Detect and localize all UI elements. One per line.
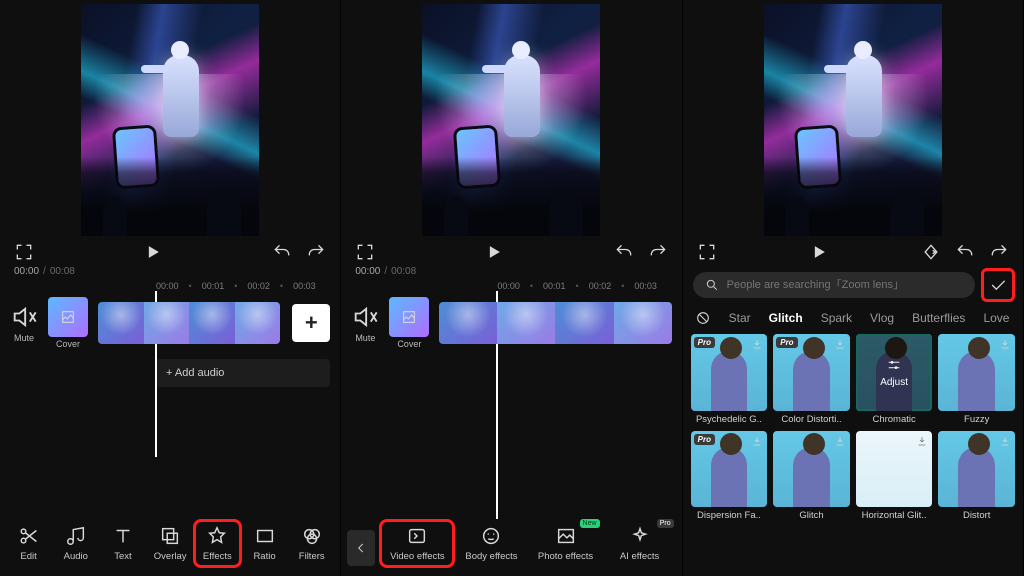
- time-current: 00:00: [14, 266, 39, 277]
- video-preview[interactable]: [81, 4, 259, 236]
- bottom-nav-main: Edit Audio Text Overlay Effects Ratio Fi…: [0, 513, 340, 576]
- play-icon[interactable]: [809, 242, 829, 262]
- cover-button[interactable]: Cover: [48, 297, 88, 349]
- bottom-nav-effects: Video effects Body effects New Photo eff…: [341, 513, 681, 576]
- cover-button[interactable]: Cover: [389, 297, 429, 349]
- nav-text[interactable]: Text: [100, 521, 145, 566]
- search-box[interactable]: [693, 272, 975, 298]
- mute-button[interactable]: Mute: [351, 303, 379, 343]
- search-icon: [705, 278, 719, 292]
- fullscreen-icon[interactable]: [355, 242, 375, 262]
- undo-icon[interactable]: [614, 242, 634, 262]
- undo-icon[interactable]: [272, 242, 292, 262]
- transport-bar: [0, 238, 340, 264]
- redo-icon[interactable]: [648, 242, 668, 262]
- nav-overlay[interactable]: Overlay: [148, 521, 193, 566]
- pane-effect-picker: Star Glitch Spark Vlog Butterflies Love …: [683, 0, 1024, 576]
- fullscreen-icon[interactable]: [14, 242, 34, 262]
- cat-spark[interactable]: Spark: [821, 311, 852, 325]
- pane-editor-main: 00:00 / 00:08 00:00•00:01•00:02•00:03 Mu…: [0, 0, 341, 576]
- check-icon: [988, 275, 1008, 295]
- overlay-icon: [159, 525, 181, 547]
- redo-icon[interactable]: [989, 242, 1009, 262]
- fullscreen-icon[interactable]: [697, 242, 717, 262]
- fx-distort[interactable]: Distort: [938, 431, 1015, 522]
- confirm-button[interactable]: [983, 270, 1013, 300]
- sliders-icon: [886, 357, 902, 373]
- nav-ai-effects[interactable]: Pro AI effects: [604, 521, 676, 566]
- video-preview[interactable]: [764, 4, 942, 236]
- no-effect-icon[interactable]: [695, 310, 711, 326]
- pro-badge: Pro: [657, 519, 674, 528]
- scissors-icon: [18, 525, 40, 547]
- keyframe-icon[interactable]: [921, 242, 941, 262]
- photo-icon: [555, 525, 577, 547]
- cover-label: Cover: [56, 339, 80, 349]
- cat-star[interactable]: Star: [729, 311, 751, 325]
- mute-button[interactable]: Mute: [10, 303, 38, 343]
- cat-glitch[interactable]: Glitch: [769, 311, 803, 325]
- cat-vlog[interactable]: Vlog: [870, 311, 894, 325]
- video-clip[interactable]: [98, 302, 280, 344]
- video-clip[interactable]: [439, 302, 671, 344]
- fx-color-distortion[interactable]: Pro Color Distorti..: [773, 334, 850, 425]
- play-icon[interactable]: [484, 242, 504, 262]
- text-icon: [112, 525, 134, 547]
- fx-glitch[interactable]: Glitch: [773, 431, 850, 522]
- nav-photo-effects[interactable]: New Photo effects: [529, 521, 601, 566]
- star-icon: [206, 525, 228, 547]
- video-preview[interactable]: [422, 4, 600, 236]
- cat-love[interactable]: Love: [983, 311, 1009, 325]
- nav-audio[interactable]: Audio: [53, 521, 98, 566]
- timeline[interactable]: Mute Cover: [341, 291, 681, 349]
- fx-horizontal-glitch[interactable]: Horizontal Glit..: [856, 431, 933, 522]
- fx-psychedelic[interactable]: Pro Psychedelic G..: [691, 334, 768, 425]
- preview-area: [0, 0, 340, 238]
- effect-categories[interactable]: Star Glitch Spark Vlog Butterflies Love: [683, 306, 1023, 334]
- timecode: 00:00 / 00:08: [0, 264, 340, 281]
- mute-label: Mute: [14, 333, 34, 343]
- music-note-icon: [65, 525, 87, 547]
- nav-filters[interactable]: Filters: [289, 521, 334, 566]
- nav-video-effects[interactable]: Video effects: [381, 521, 453, 566]
- cat-butterflies[interactable]: Butterflies: [912, 311, 965, 325]
- nav-edit[interactable]: Edit: [6, 521, 51, 566]
- search-input[interactable]: [727, 279, 963, 291]
- search-row: [683, 264, 1023, 306]
- undo-icon[interactable]: [955, 242, 975, 262]
- time-total: 00:08: [50, 266, 75, 277]
- pane-effects-submenu: 00:00/00:08 00:00•00:01•00:02•00:03 Mute…: [341, 0, 682, 576]
- timeline-ruler: 00:00•00:01•00:02•00:03: [0, 281, 340, 291]
- redo-icon[interactable]: [306, 242, 326, 262]
- video-effects-icon: [406, 525, 428, 547]
- fx-fuzzy[interactable]: Fuzzy: [938, 334, 1015, 425]
- nav-ratio[interactable]: Ratio: [242, 521, 287, 566]
- new-badge: New: [580, 519, 600, 528]
- effects-grid: Pro Psychedelic G.. Pro Color Distorti..…: [683, 334, 1023, 529]
- nav-effects[interactable]: Effects: [195, 521, 240, 566]
- ratio-icon: [254, 525, 276, 547]
- adjust-overlay[interactable]: Adjust: [856, 334, 933, 411]
- face-icon: [480, 525, 502, 547]
- nav-body-effects[interactable]: Body effects: [455, 521, 527, 566]
- play-icon[interactable]: [143, 242, 163, 262]
- add-audio-button[interactable]: + Add audio: [156, 359, 330, 387]
- back-button[interactable]: [347, 530, 375, 566]
- fx-dispersion[interactable]: Pro Dispersion Fa..: [691, 431, 768, 522]
- fx-chromatic[interactable]: Adjust Chromatic: [856, 334, 933, 425]
- timeline[interactable]: Mute Cover + + Add audio: [0, 291, 340, 387]
- sparkle-icon: [629, 525, 651, 547]
- filters-icon: [301, 525, 323, 547]
- add-clip-button[interactable]: +: [292, 304, 330, 342]
